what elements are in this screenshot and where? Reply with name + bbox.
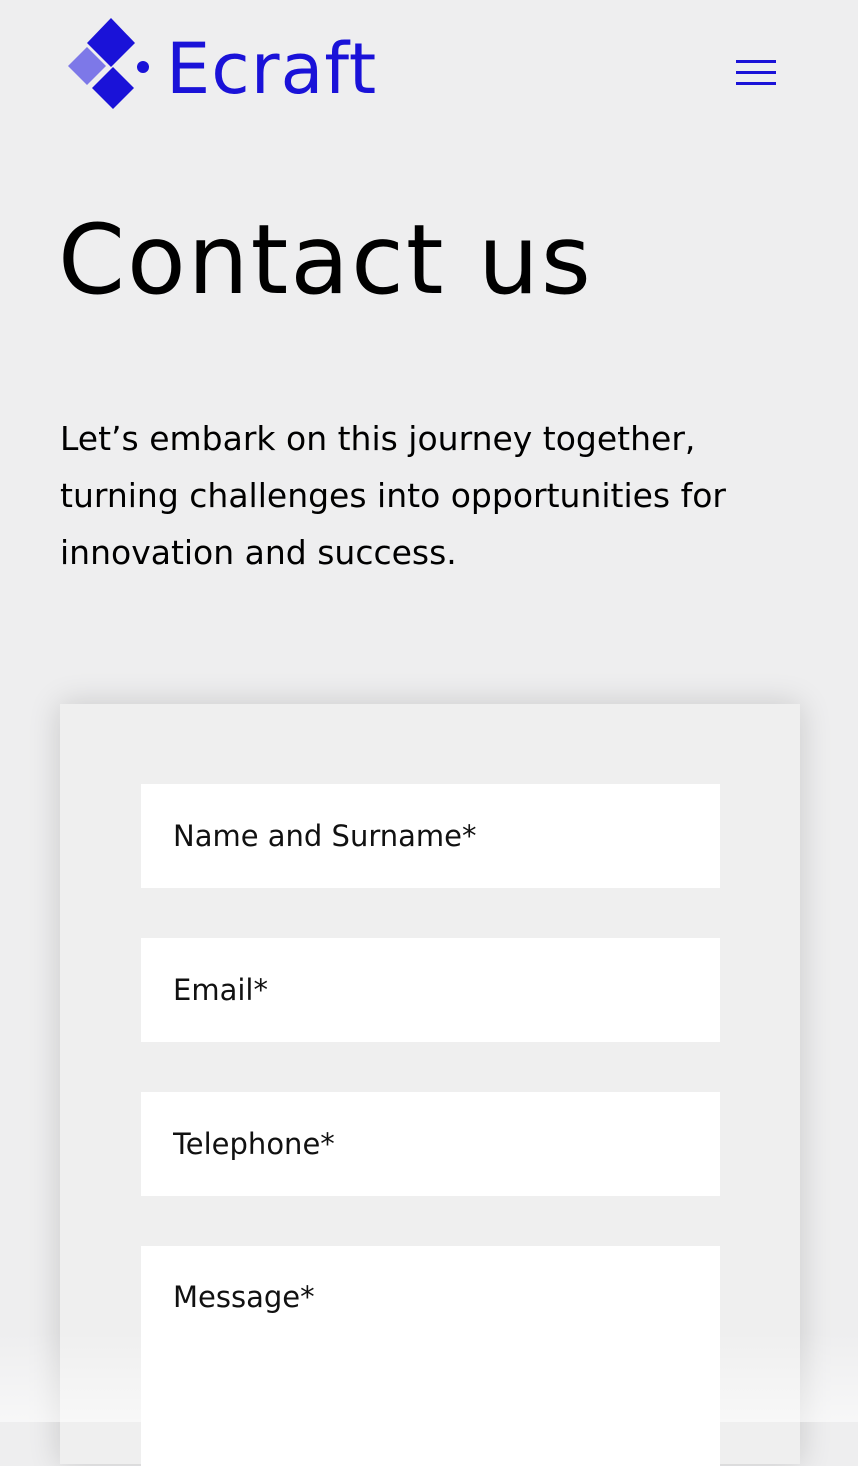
email-field[interactable] (141, 938, 720, 1042)
contact-form (60, 704, 800, 1466)
intro-text: Let’s embark on this journey together, t… (60, 419, 726, 572)
brand-name: Ecraft (166, 28, 378, 110)
brand-logo-link[interactable]: Ecraft (58, 16, 377, 122)
telephone-field[interactable] (141, 1092, 720, 1196)
page-title: Contact us (58, 204, 593, 316)
diamond-logo-icon (68, 18, 149, 109)
name-field[interactable] (141, 784, 720, 888)
hamburger-menu-icon (736, 60, 776, 85)
site-header: Ecraft (0, 0, 858, 140)
menu-button[interactable] (726, 50, 786, 100)
message-field[interactable] (141, 1246, 720, 1466)
